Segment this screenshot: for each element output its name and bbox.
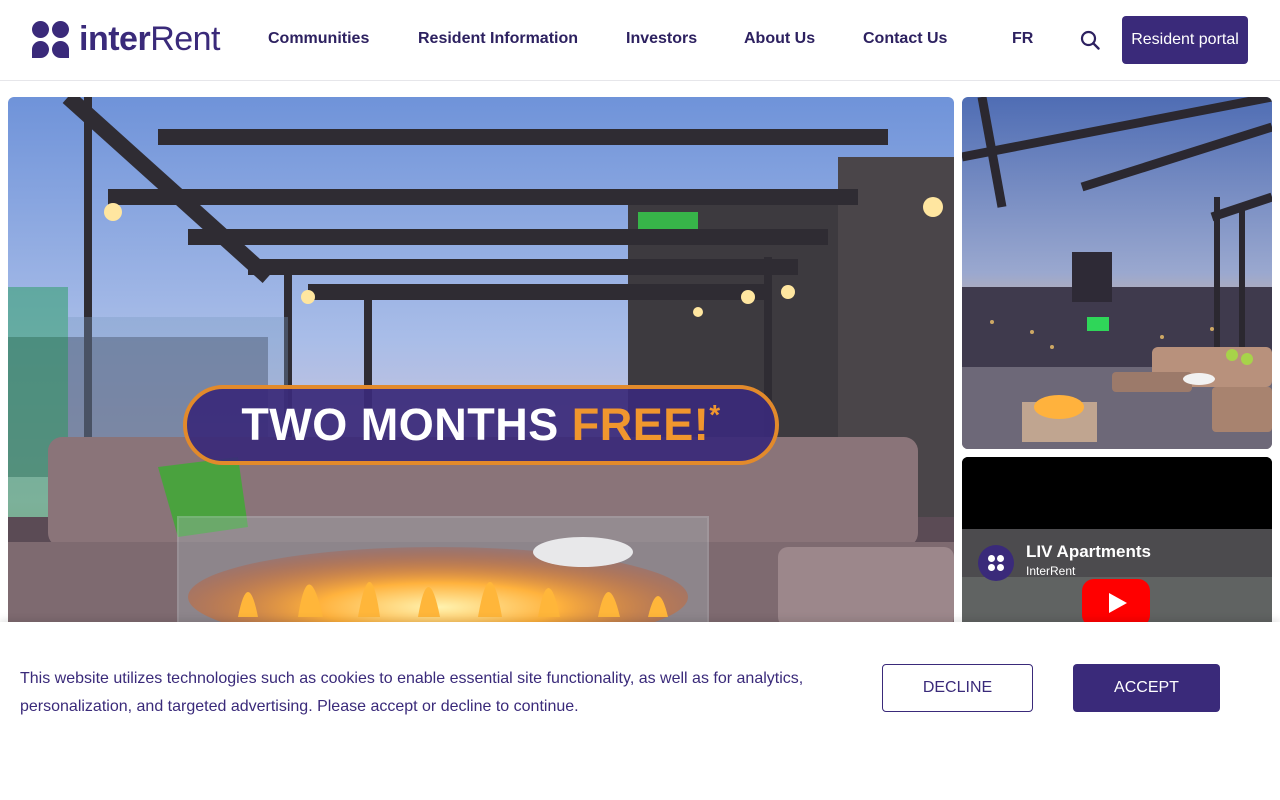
channel-avatar[interactable]	[978, 545, 1014, 581]
site-header: interRent Communities Resident Informati…	[0, 0, 1280, 81]
nav-investors[interactable]: Investors	[626, 30, 697, 48]
nav-resident-information[interactable]: Resident Information	[418, 30, 578, 48]
decline-button[interactable]: DECLINE	[882, 664, 1033, 712]
promo-text: TWO MONTHS FREE!*	[241, 399, 721, 450]
cookie-message: This website utilizes technologies such …	[20, 670, 804, 715]
nav-contact-us[interactable]: Contact Us	[863, 30, 947, 48]
rooftop-dusk-illustration	[962, 97, 1272, 449]
search-icon[interactable]	[1080, 30, 1100, 50]
youtube-play-icon[interactable]	[1082, 579, 1150, 627]
nav-communities[interactable]: Communities	[268, 30, 369, 48]
rooftop-lounge-illustration	[8, 97, 954, 637]
language-toggle-fr[interactable]: FR	[1012, 30, 1033, 48]
promo-banner[interactable]: TWO MONTHS FREE!*	[183, 385, 779, 465]
logo-wordmark: interRent	[79, 20, 221, 58]
accept-button[interactable]: ACCEPT	[1073, 664, 1220, 712]
nav-about-us[interactable]: About Us	[744, 30, 815, 48]
video-title[interactable]: LIV Apartments	[1026, 542, 1151, 562]
resident-portal-button[interactable]: Resident portal	[1122, 16, 1248, 64]
video-embed[interactable]: LIV Apartments InterRent	[962, 457, 1272, 637]
video-channel[interactable]: InterRent	[1026, 564, 1075, 578]
side-rooftop-image[interactable]	[962, 97, 1272, 449]
hero-rooftop-image[interactable]: TWO MONTHS FREE!*	[8, 97, 954, 637]
interrent-logo[interactable]: interRent	[32, 20, 221, 58]
logo-mark-icon	[32, 21, 69, 58]
cookie-banner: This website utilizes technologies such …	[0, 622, 1280, 800]
